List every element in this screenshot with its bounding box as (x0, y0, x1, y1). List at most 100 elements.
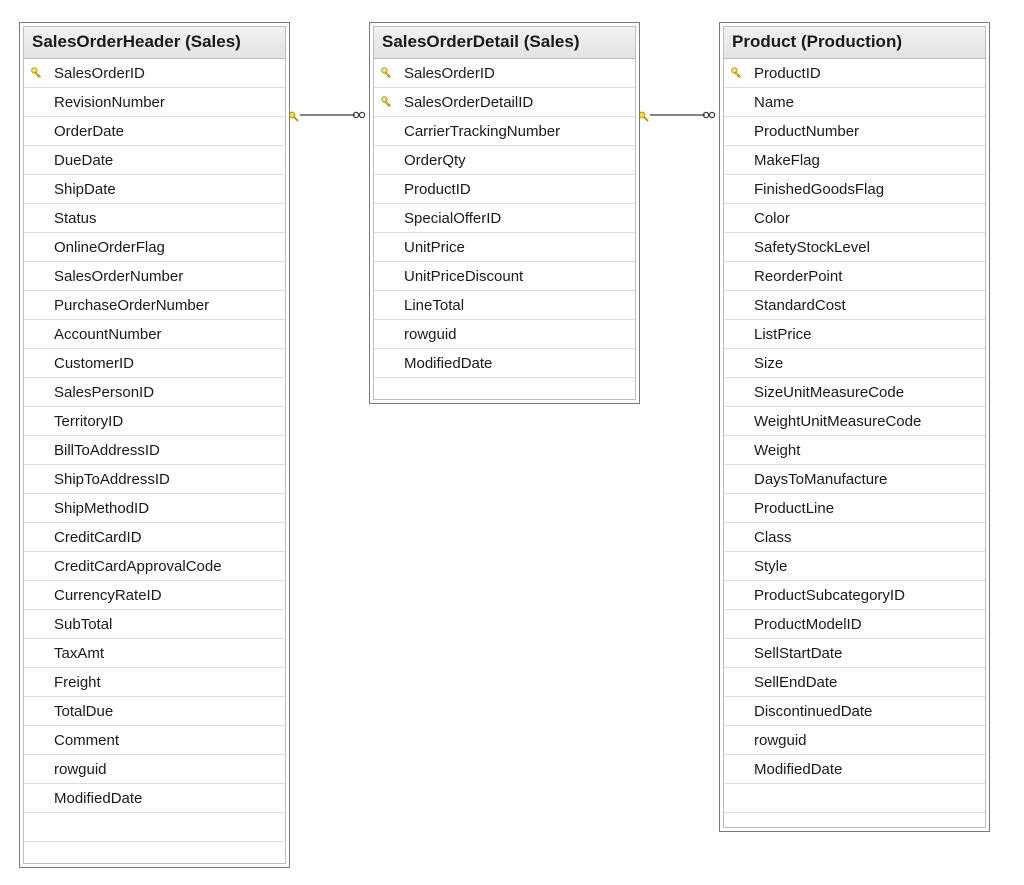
column-row[interactable]: CustomerID (24, 349, 285, 378)
column-row[interactable]: ShipMethodID (24, 494, 285, 523)
column-row[interactable]: TaxAmt (24, 639, 285, 668)
column-row[interactable]: SubTotal (24, 610, 285, 639)
column-row[interactable]: BillToAddressID (24, 436, 285, 465)
column-row[interactable]: ProductID (374, 175, 635, 204)
column-row[interactable]: CreditCardID (24, 523, 285, 552)
column-row[interactable]: Comment (24, 726, 285, 755)
column-name: CreditCardApprovalCode (50, 558, 222, 575)
column-row[interactable]: Weight (724, 436, 985, 465)
column-row[interactable]: SellStartDate (724, 639, 985, 668)
column-row[interactable]: FinishedGoodsFlag (724, 175, 985, 204)
column-row[interactable]: Status (24, 204, 285, 233)
column-row[interactable]: SpecialOfferID (374, 204, 635, 233)
column-row[interactable]: rowguid (24, 755, 285, 784)
column-row[interactable]: SalesOrderID (374, 59, 635, 88)
column-row[interactable]: Name (724, 88, 985, 117)
key-cell (24, 66, 50, 80)
column-row[interactable]: ListPrice (724, 320, 985, 349)
column-row[interactable]: ShipDate (24, 175, 285, 204)
column-row[interactable]: SalesOrderID (24, 59, 285, 88)
column-name: SizeUnitMeasureCode (750, 384, 904, 401)
column-row[interactable]: LineTotal (374, 291, 635, 320)
column-row[interactable]: OrderQty (374, 146, 635, 175)
column-row[interactable]: CurrencyRateID (24, 581, 285, 610)
column-row[interactable]: SellEndDate (724, 668, 985, 697)
column-name: rowguid (400, 326, 457, 343)
column-row[interactable]: StandardCost (724, 291, 985, 320)
column-row[interactable]: Style (724, 552, 985, 581)
column-row[interactable]: ModifiedDate (374, 349, 635, 378)
table-title[interactable]: Product (Production) (724, 27, 985, 59)
column-name: SalesPersonID (50, 384, 154, 401)
column-name: WeightUnitMeasureCode (750, 413, 921, 430)
column-name: BillToAddressID (50, 442, 160, 459)
column-name: OnlineOrderFlag (50, 239, 165, 256)
table-t1[interactable]: SalesOrderDetail (Sales) SalesOrderID Sa… (369, 22, 640, 404)
column-name: CurrencyRateID (50, 587, 162, 604)
column-row[interactable]: AccountNumber (24, 320, 285, 349)
column-name: SalesOrderDetailID (400, 94, 533, 111)
column-row[interactable]: PurchaseOrderNumber (24, 291, 285, 320)
column-row[interactable]: ProductModelID (724, 610, 985, 639)
column-name: UnitPrice (400, 239, 465, 256)
column-row[interactable]: Freight (24, 668, 285, 697)
column-name: DaysToManufacture (750, 471, 887, 488)
table-title[interactable]: SalesOrderHeader (Sales) (24, 27, 285, 59)
column-row[interactable]: SalesPersonID (24, 378, 285, 407)
column-row[interactable]: ModifiedDate (724, 755, 985, 784)
primary-key-icon (380, 95, 394, 109)
column-row[interactable]: ProductSubcategoryID (724, 581, 985, 610)
column-row[interactable]: TotalDue (24, 697, 285, 726)
relationship-connector[interactable] (640, 108, 719, 122)
column-row[interactable]: ProductNumber (724, 117, 985, 146)
column-row[interactable]: UnitPrice (374, 233, 635, 262)
column-row[interactable]: RevisionNumber (24, 88, 285, 117)
column-row[interactable]: UnitPriceDiscount (374, 262, 635, 291)
column-name: ModifiedDate (50, 790, 142, 807)
column-row[interactable]: OrderDate (24, 117, 285, 146)
column-name: ShipMethodID (50, 500, 149, 517)
column-row[interactable]: ShipToAddressID (24, 465, 285, 494)
column-row[interactable]: ProductLine (724, 494, 985, 523)
column-row[interactable]: DiscontinuedDate (724, 697, 985, 726)
column-row[interactable]: DaysToManufacture (724, 465, 985, 494)
column-name: OrderDate (50, 123, 124, 140)
column-row[interactable]: WeightUnitMeasureCode (724, 407, 985, 436)
column-name: Class (750, 529, 792, 546)
column-row[interactable]: Color (724, 204, 985, 233)
column-row[interactable]: MakeFlag (724, 146, 985, 175)
column-row[interactable]: ReorderPoint (724, 262, 985, 291)
column-row[interactable]: rowguid (724, 726, 985, 755)
column-row[interactable]: SalesOrderNumber (24, 262, 285, 291)
primary-key-icon (730, 66, 744, 80)
column-row[interactable]: SafetyStockLevel (724, 233, 985, 262)
column-name: CarrierTrackingNumber (400, 123, 560, 140)
column-name: SalesOrderID (50, 65, 145, 82)
key-cell (374, 66, 400, 80)
column-name: DueDate (50, 152, 113, 169)
column-row[interactable]: ModifiedDate (24, 784, 285, 813)
column-row[interactable]: Class (724, 523, 985, 552)
column-name: TotalDue (50, 703, 113, 720)
table-t2[interactable]: Product (Production) ProductID Name Produc… (719, 22, 990, 832)
column-row[interactable]: SizeUnitMeasureCode (724, 378, 985, 407)
column-row[interactable]: DueDate (24, 146, 285, 175)
column-row[interactable]: rowguid (374, 320, 635, 349)
column-name: UnitPriceDiscount (400, 268, 523, 285)
primary-key-icon (30, 66, 44, 80)
column-name: PurchaseOrderNumber (50, 297, 209, 314)
column-row[interactable]: TerritoryID (24, 407, 285, 436)
column-name: Name (750, 94, 794, 111)
table-title[interactable]: SalesOrderDetail (Sales) (374, 27, 635, 59)
column-row[interactable]: Size (724, 349, 985, 378)
column-row[interactable]: ProductID (724, 59, 985, 88)
column-row[interactable]: SalesOrderDetailID (374, 88, 635, 117)
table-t0[interactable]: SalesOrderHeader (Sales) SalesOrderID Rev… (19, 22, 290, 868)
column-row[interactable]: CarrierTrackingNumber (374, 117, 635, 146)
column-name: Weight (750, 442, 800, 459)
column-name: Style (750, 558, 787, 575)
column-row[interactable]: OnlineOrderFlag (24, 233, 285, 262)
column-name: ProductSubcategoryID (750, 587, 905, 604)
column-row[interactable]: CreditCardApprovalCode (24, 552, 285, 581)
relationship-connector[interactable] (290, 108, 369, 122)
